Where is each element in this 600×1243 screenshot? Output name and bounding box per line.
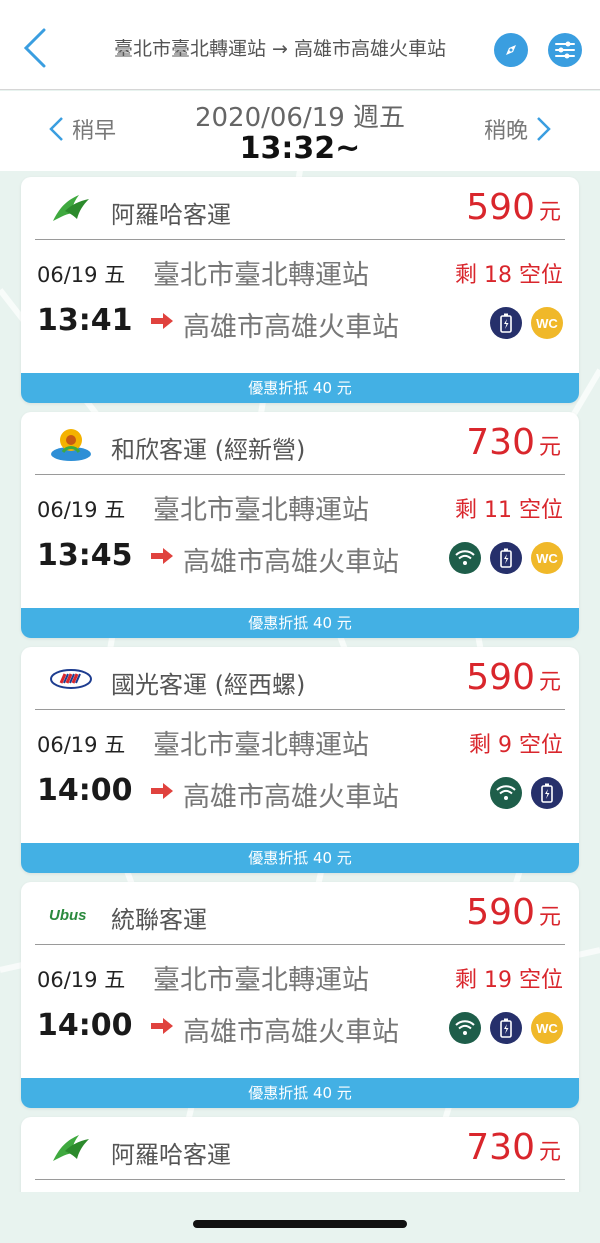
amenities: WC <box>490 307 563 339</box>
ubus-logo-icon: Ubus <box>49 907 87 924</box>
arrow-right-icon <box>151 548 173 564</box>
arrow-right-icon <box>151 313 173 329</box>
departure-date: 06/19 五 <box>37 498 126 522</box>
aloha-logo-icon <box>53 195 89 221</box>
date-navigation: 稍早 2020/06/19 週五 13:32~ 稍晚 <box>0 91 600 171</box>
amenities: WC <box>449 542 563 574</box>
price-currency: 元 <box>538 1140 561 1165</box>
price: 730 元 <box>466 422 561 463</box>
departure-date: 06/19 五 <box>37 968 126 992</box>
route-title: 臺北市臺北轉運站 → 高雄市高雄火車站 <box>114 38 446 60</box>
divider <box>35 1179 565 1180</box>
price-currency: 元 <box>538 670 561 695</box>
origin-stop: 臺北市臺北轉運站 <box>153 730 369 761</box>
trip-card-header: 國光客運 (經西螺) 590 元 <box>21 647 579 711</box>
company-name: 阿羅哈客運 <box>111 1141 231 1169</box>
arrow-right-icon <box>151 783 173 799</box>
chevron-right-icon <box>537 117 551 141</box>
trip-card-header: 阿羅哈客運 590 元 <box>21 177 579 241</box>
destination-stop: 高雄市高雄火車站 <box>183 782 399 813</box>
hoshin-logo-icon <box>51 429 91 461</box>
divider <box>35 474 565 475</box>
compass-button[interactable] <box>494 33 528 67</box>
company-name: 國光客運 (經西螺) <box>111 671 306 699</box>
departure-time: 13:45 <box>37 538 133 573</box>
price-amount: 590 <box>466 187 535 228</box>
seats-remaining: 剩 11 空位 <box>455 498 563 523</box>
discount-banner: 優惠折抵 40 元 <box>21 1078 579 1108</box>
price: 590 元 <box>466 892 561 933</box>
svg-text:Ubus: Ubus <box>49 907 87 924</box>
chevron-left-icon <box>23 28 46 68</box>
price-amount: 590 <box>466 892 535 933</box>
trip-card[interactable]: 和欣客運 (經新營) 730 元 06/19 五 臺北市臺北轉運站 剩 11 空位… <box>21 412 579 638</box>
price-currency: 元 <box>538 200 561 225</box>
divider <box>35 239 565 240</box>
wifi-icon <box>449 542 481 574</box>
price: 730 元 <box>466 1127 561 1168</box>
home-indicator[interactable] <box>193 1220 407 1228</box>
divider <box>35 709 565 710</box>
filter-button[interactable] <box>548 33 582 67</box>
discount-banner: 優惠折抵 40 元 <box>21 843 579 873</box>
trip-card[interactable]: Ubus 統聯客運 590 元 06/19 五 臺北市臺北轉運站 剩 19 空位 … <box>21 882 579 1108</box>
amenities <box>490 777 563 809</box>
battery-icon <box>490 1012 522 1044</box>
company-name: 阿羅哈客運 <box>111 201 231 229</box>
company-name: 統聯客運 <box>111 906 207 934</box>
departure-time: 14:00 <box>37 1008 133 1043</box>
trip-card-header: 阿羅哈客運 730 元 <box>21 1117 579 1181</box>
wc-icon: WC <box>531 542 563 574</box>
destination-stop: 高雄市高雄火車站 <box>183 547 399 578</box>
trip-card[interactable]: 阿羅哈客運 590 元 06/19 五 臺北市臺北轉運站 剩 18 空位 13:4… <box>21 177 579 403</box>
battery-icon <box>490 542 522 574</box>
departure-time: 14:00 <box>37 773 133 808</box>
discount-banner: 優惠折抵 40 元 <box>21 608 579 638</box>
origin-stop: 臺北市臺北轉運站 <box>153 965 369 996</box>
seats-remaining: 剩 18 空位 <box>455 263 563 288</box>
amenities: WC <box>449 1012 563 1044</box>
price: 590 元 <box>466 657 561 698</box>
wc-icon: WC <box>531 307 563 339</box>
price-currency: 元 <box>538 905 561 930</box>
departure-date: 06/19 五 <box>37 263 126 287</box>
wifi-icon <box>490 777 522 809</box>
aloha-logo-icon <box>53 1135 89 1161</box>
arrow-right-icon <box>151 1018 173 1034</box>
price-amount: 730 <box>466 422 535 463</box>
origin-stop: 臺北市臺北轉運站 <box>153 495 369 526</box>
price-amount: 590 <box>466 657 535 698</box>
divider <box>35 944 565 945</box>
departure-date: 06/19 五 <box>37 733 126 757</box>
top-bar: 臺北市臺北轉運站 → 高雄市高雄火車站 <box>0 0 600 90</box>
departure-time: 13:41 <box>37 303 133 338</box>
seats-remaining: 剩 9 空位 <box>469 733 563 758</box>
battery-icon <box>490 307 522 339</box>
price-amount: 730 <box>466 1127 535 1168</box>
company-name: 和欣客運 (經新營) <box>111 436 306 464</box>
later-button[interactable]: 稍晚 <box>484 113 552 145</box>
back-button[interactable] <box>20 28 60 72</box>
later-label: 稍晚 <box>483 119 528 144</box>
destination-stop: 高雄市高雄火車站 <box>183 312 399 343</box>
kuo-kuang-logo-icon <box>50 669 92 689</box>
battery-icon <box>531 777 563 809</box>
wc-icon: WC <box>531 1012 563 1044</box>
discount-banner: 優惠折抵 40 元 <box>21 373 579 403</box>
trip-card[interactable]: 國光客運 (經西螺) 590 元 06/19 五 臺北市臺北轉運站 剩 9 空位 … <box>21 647 579 873</box>
wifi-icon <box>449 1012 481 1044</box>
compass-icon <box>506 45 516 55</box>
origin-stop: 臺北市臺北轉運站 <box>153 260 369 291</box>
price-currency: 元 <box>538 435 561 460</box>
trip-card-header: Ubus 統聯客運 590 元 <box>21 882 579 946</box>
price: 590 元 <box>466 187 561 228</box>
sliders-icon <box>555 41 575 59</box>
seats-remaining: 剩 19 空位 <box>455 968 563 993</box>
bottom-area <box>0 1192 600 1243</box>
trip-card-header: 和欣客運 (經新營) 730 元 <box>21 412 579 476</box>
destination-stop: 高雄市高雄火車站 <box>183 1017 399 1048</box>
